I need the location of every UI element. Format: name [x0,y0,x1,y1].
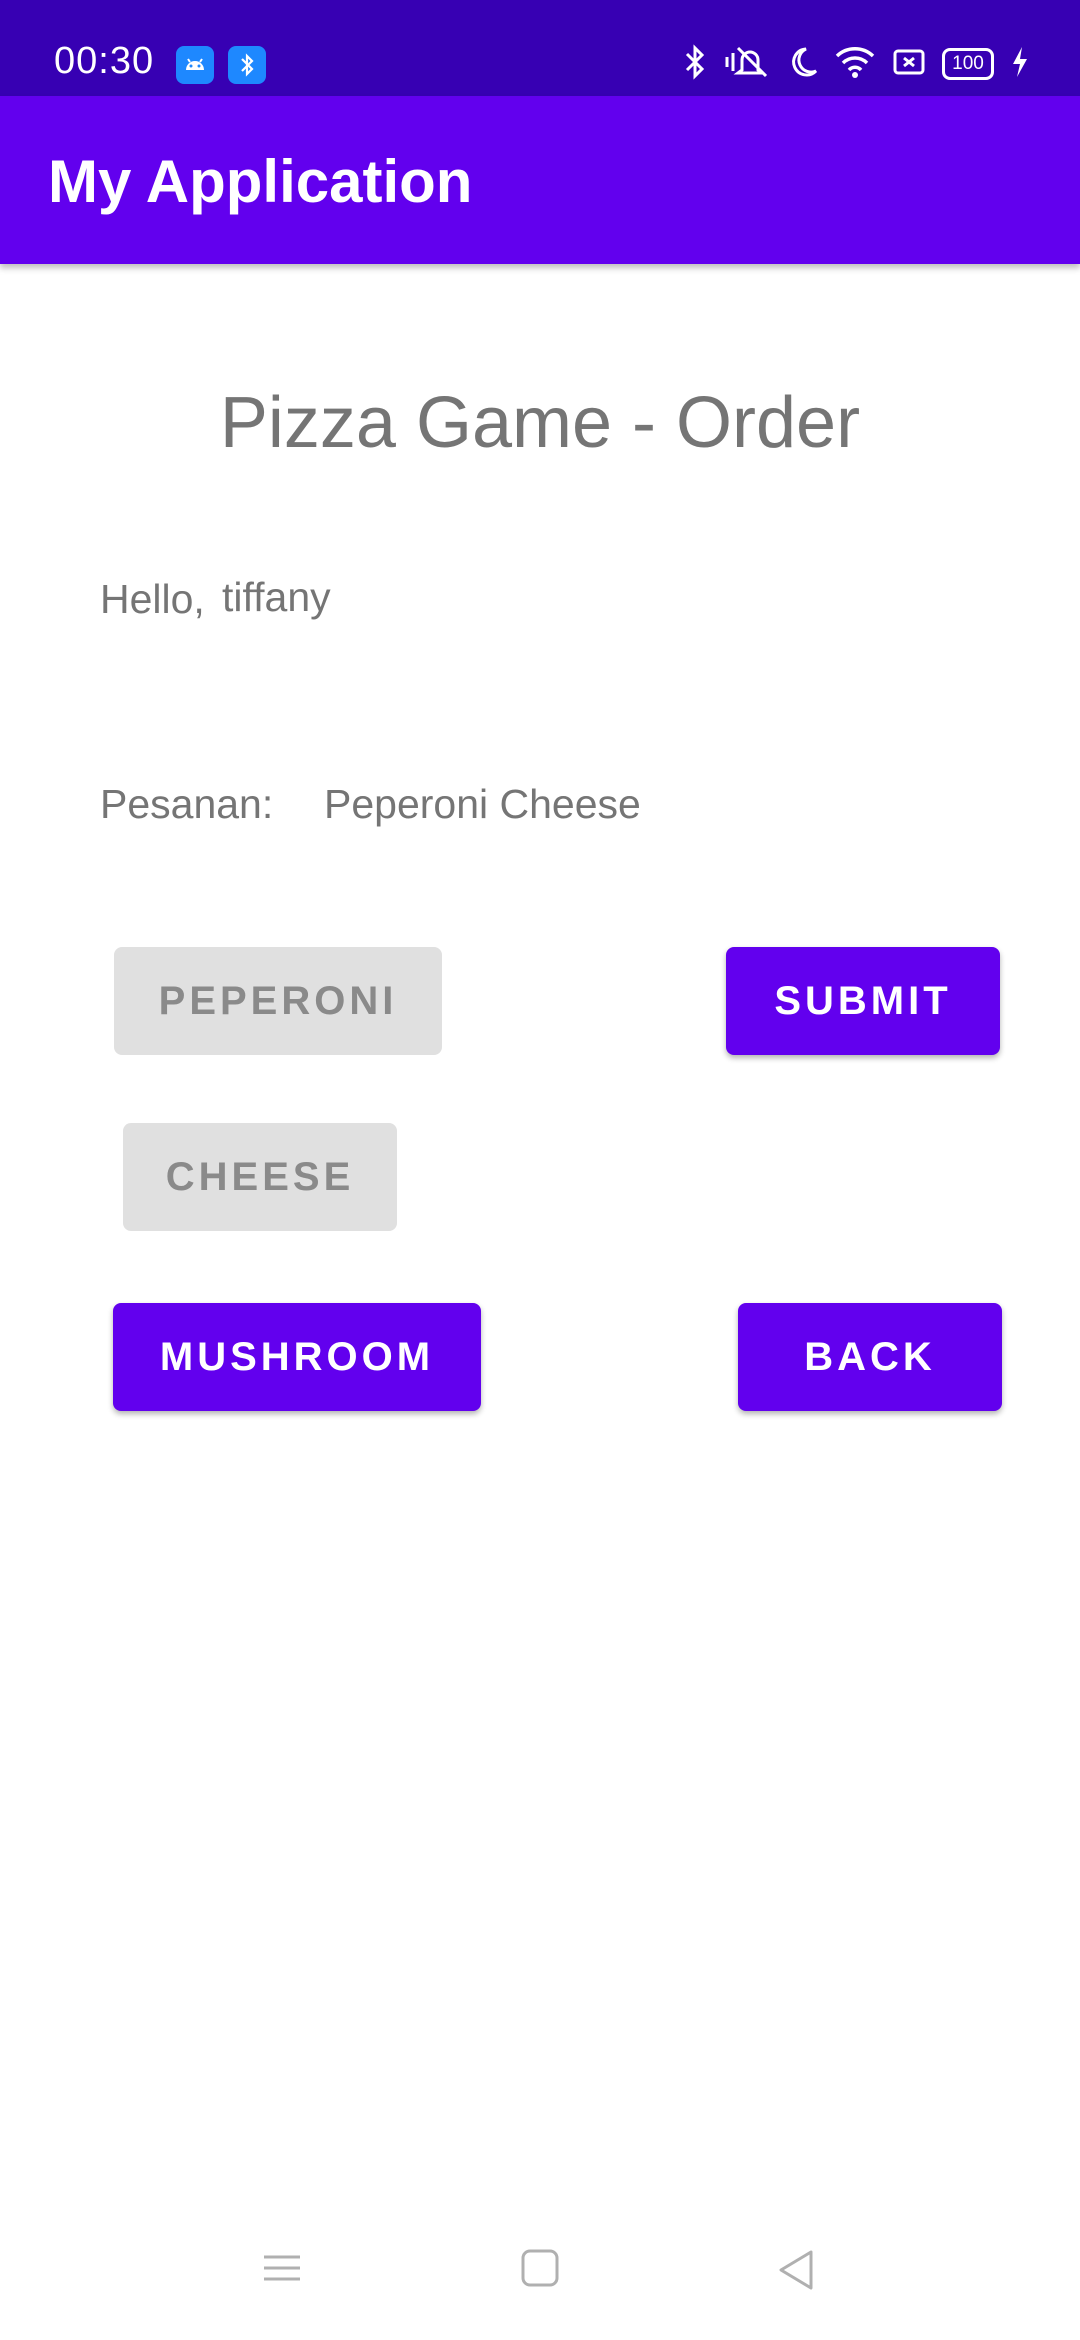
home-icon[interactable] [520,2248,560,2293]
mushroom-button[interactable]: MUSHROOM [113,1303,481,1411]
order-value: Peperoni Cheese [324,781,641,827]
cheese-button[interactable]: CHEESE [123,1123,397,1231]
do-not-disturb-moon-icon [788,45,818,84]
vibrate-off-icon [724,44,772,85]
wifi-icon [834,45,876,84]
menu-icon[interactable] [262,2248,302,2293]
android-notification-icon [176,46,214,84]
status-time: 00:30 [54,40,155,82]
charging-bolt-icon [1010,45,1030,84]
app-bar: My Application [0,96,1080,264]
screen-record-icon [892,47,926,82]
username-text: tiffany [222,574,331,620]
page-title: Pizza Game - Order [219,383,861,463]
bluetooth-icon [682,43,708,85]
status-bar: 00:30 100 [0,0,1080,96]
app-title: My Application [48,148,473,215]
back-button[interactable]: BACK [738,1303,1002,1411]
peperoni-button[interactable]: PEPERONI [114,947,442,1055]
battery-icon: 100 [942,48,994,80]
greeting-label: Hello, [100,576,205,622]
back-triangle-icon[interactable] [776,2248,816,2297]
status-icons: 100 [682,43,1030,85]
bluetooth-notification-icon [228,46,266,84]
order-label: Pesanan: [100,781,274,827]
submit-button[interactable]: SUBMIT [726,947,1000,1055]
